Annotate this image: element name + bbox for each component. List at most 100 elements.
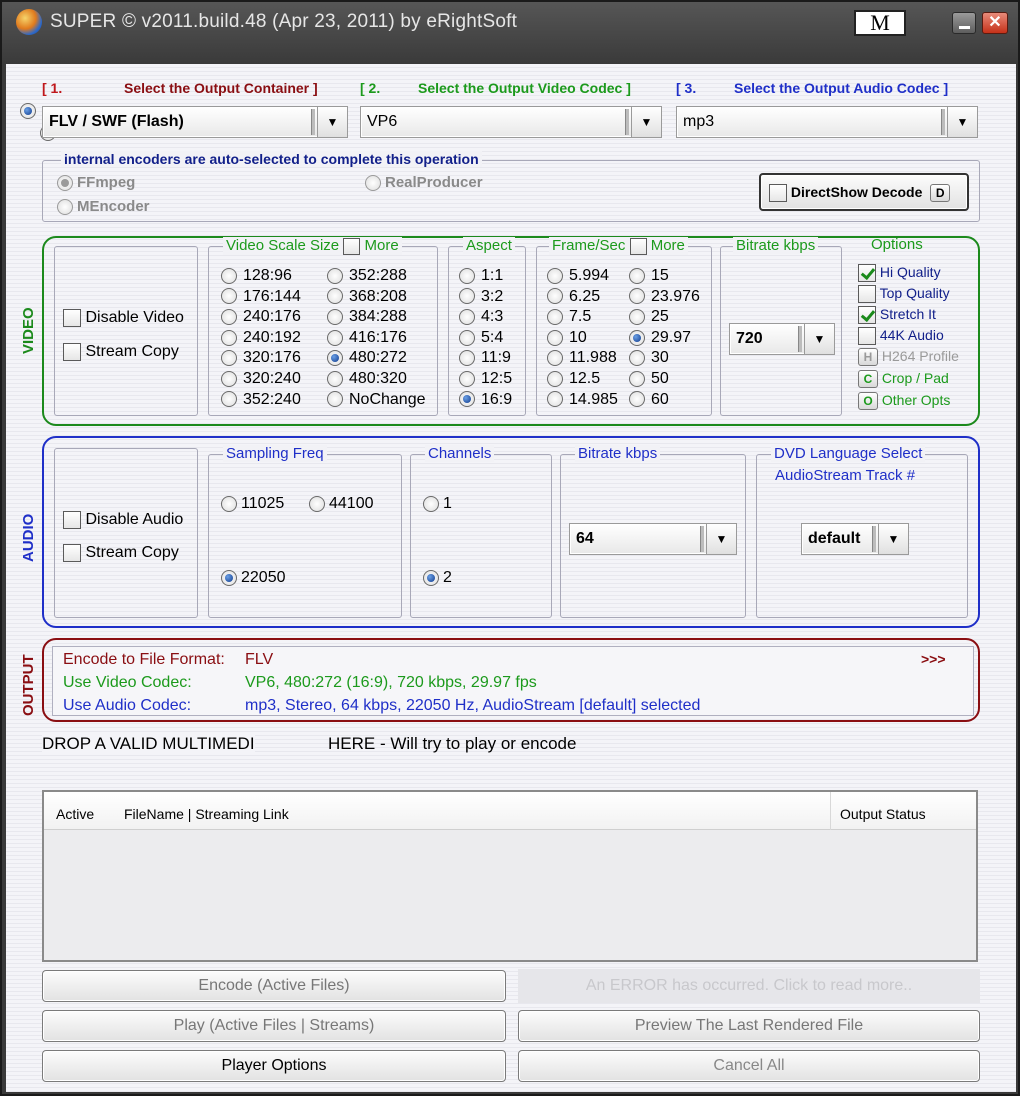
video-codec-select[interactable]: VP6 ▼ <box>360 106 662 138</box>
fps-option[interactable]: 11.988 <box>547 349 617 367</box>
video-scale-more-checkbox[interactable] <box>343 237 361 255</box>
aspect-radio[interactable] <box>459 350 475 367</box>
close-icon[interactable]: ✕ <box>982 12 1008 34</box>
scale-option[interactable]: 352:288 <box>327 267 407 285</box>
scale-option[interactable]: 320:240 <box>221 370 301 388</box>
disable-video-option[interactable]: Disable Video <box>63 309 184 327</box>
fps-option[interactable]: 60 <box>629 391 669 409</box>
scale-radio[interactable] <box>327 391 343 408</box>
fps-option[interactable]: 29.97 <box>629 329 691 347</box>
scale-radio[interactable] <box>327 308 343 325</box>
fps-option[interactable]: 15 <box>629 267 669 285</box>
container-mode-radio-1[interactable] <box>20 102 36 119</box>
scale-radio[interactable] <box>221 370 237 387</box>
fps-radio[interactable] <box>547 350 563 367</box>
scale-option[interactable]: 320:176 <box>221 349 301 367</box>
col-filename[interactable]: FileName | Streaming Link <box>124 806 289 822</box>
crop-pad-button[interactable]: C Crop / Pad <box>858 370 949 389</box>
aspect-radio[interactable] <box>459 391 475 408</box>
opt-top-quality[interactable]: Top Quality <box>858 285 950 304</box>
file-list[interactable]: Active FileName | Streaming Link Output … <box>42 790 978 962</box>
fps-radio[interactable] <box>547 370 563 387</box>
chevron-down-icon[interactable]: ▼ <box>317 107 347 137</box>
aspect-option[interactable]: 11:9 <box>459 349 511 367</box>
scale-option[interactable]: 368:208 <box>327 288 407 306</box>
scale-radio[interactable] <box>221 350 237 367</box>
scale-option[interactable]: 128:96 <box>221 267 292 285</box>
fps-option[interactable]: 6.25 <box>547 288 600 306</box>
chevron-down-icon[interactable]: ▼ <box>706 524 736 554</box>
aspect-option[interactable]: 3:2 <box>459 288 503 306</box>
fps-option[interactable]: 12.5 <box>547 370 600 388</box>
fps-option[interactable]: 10 <box>547 329 587 347</box>
fps-more-checkbox[interactable] <box>629 237 647 255</box>
col-active[interactable]: Active <box>56 806 94 822</box>
aspect-option[interactable]: 5:4 <box>459 329 503 347</box>
fps-radio[interactable] <box>547 288 563 305</box>
scale-option[interactable]: 480:272 <box>327 349 407 367</box>
chevron-down-icon[interactable]: ▼ <box>804 324 834 354</box>
preview-button[interactable]: Preview The Last Rendered File <box>518 1010 980 1042</box>
freq-44100[interactable]: 44100 <box>309 495 374 513</box>
scale-option[interactable]: NoChange <box>327 391 426 409</box>
aspect-option[interactable]: 1:1 <box>459 267 503 285</box>
video-stream-copy-checkbox[interactable] <box>63 343 81 361</box>
fps-radio[interactable] <box>629 308 645 325</box>
video-stream-copy-option[interactable]: Stream Copy <box>63 343 179 361</box>
audio-stream-copy-checkbox[interactable] <box>63 544 81 562</box>
aspect-radio[interactable] <box>459 329 475 346</box>
container-select[interactable]: FLV / SWF (Flash) ▼ <box>42 106 348 138</box>
top-quality-checkbox[interactable] <box>858 285 876 304</box>
fps-radio[interactable] <box>629 391 645 408</box>
fps-option[interactable]: 5.994 <box>547 267 609 285</box>
scale-option[interactable]: 416:176 <box>327 329 407 347</box>
fps-radio[interactable] <box>547 308 563 325</box>
chevron-down-icon[interactable]: ▼ <box>947 107 977 137</box>
freq-11025[interactable]: 11025 <box>221 495 284 513</box>
channel-1[interactable]: 1 <box>423 495 452 513</box>
minimize-icon[interactable] <box>952 12 976 34</box>
scale-radio[interactable] <box>221 308 237 325</box>
audio-stream-copy-option[interactable]: Stream Copy <box>63 544 179 562</box>
encode-button[interactable]: Encode (Active Files) <box>42 970 506 1002</box>
fps-option[interactable]: 7.5 <box>547 308 591 326</box>
chevron-down-icon[interactable]: ▼ <box>631 107 661 137</box>
aspect-radio[interactable] <box>459 308 475 325</box>
scale-option[interactable]: 384:288 <box>327 308 407 326</box>
fps-option[interactable]: 23.976 <box>629 288 700 306</box>
opt-stretch-it[interactable]: Stretch It <box>858 306 936 325</box>
opt-hi-quality[interactable]: Hi Quality <box>858 264 941 283</box>
fps-option[interactable]: 30 <box>629 349 669 367</box>
directshow-checkbox[interactable] <box>769 184 787 203</box>
scale-radio[interactable] <box>327 350 343 367</box>
m-button[interactable]: M <box>854 10 906 36</box>
44k-audio-checkbox[interactable] <box>858 327 876 346</box>
scale-radio[interactable] <box>327 288 343 305</box>
scale-radio[interactable] <box>221 329 237 346</box>
fps-radio[interactable] <box>629 267 645 284</box>
player-options-button[interactable]: Player Options <box>42 1050 506 1082</box>
audio-codec-select[interactable]: mp3 ▼ <box>676 106 978 138</box>
fps-radio[interactable] <box>629 288 645 305</box>
fps-option[interactable]: 50 <box>629 370 669 388</box>
stretch-it-checkbox[interactable] <box>858 306 876 325</box>
other-opts-button[interactable]: O Other Opts <box>858 392 950 411</box>
hi-quality-checkbox[interactable] <box>858 264 876 283</box>
video-bitrate-select[interactable]: 720 ▼ <box>729 323 835 355</box>
scale-radio[interactable] <box>327 329 343 346</box>
fps-option[interactable]: 14.985 <box>547 391 618 409</box>
fps-radio[interactable] <box>629 370 645 387</box>
aspect-option[interactable]: 4:3 <box>459 308 503 326</box>
play-button[interactable]: Play (Active Files | Streams) <box>42 1010 506 1042</box>
freq-22050[interactable]: 22050 <box>221 569 286 587</box>
fps-radio[interactable] <box>547 329 563 346</box>
scale-radio[interactable] <box>327 267 343 284</box>
scale-radio[interactable] <box>327 370 343 387</box>
aspect-radio[interactable] <box>459 267 475 284</box>
title-bar[interactable]: SUPER © v2011.build.48 (Apr 23, 2011) by… <box>2 2 1018 64</box>
scale-option[interactable]: 176:144 <box>221 288 301 306</box>
scale-option[interactable]: 480:320 <box>327 370 407 388</box>
fps-radio[interactable] <box>629 350 645 367</box>
scale-radio[interactable] <box>221 391 237 408</box>
fps-radio[interactable] <box>547 391 563 408</box>
